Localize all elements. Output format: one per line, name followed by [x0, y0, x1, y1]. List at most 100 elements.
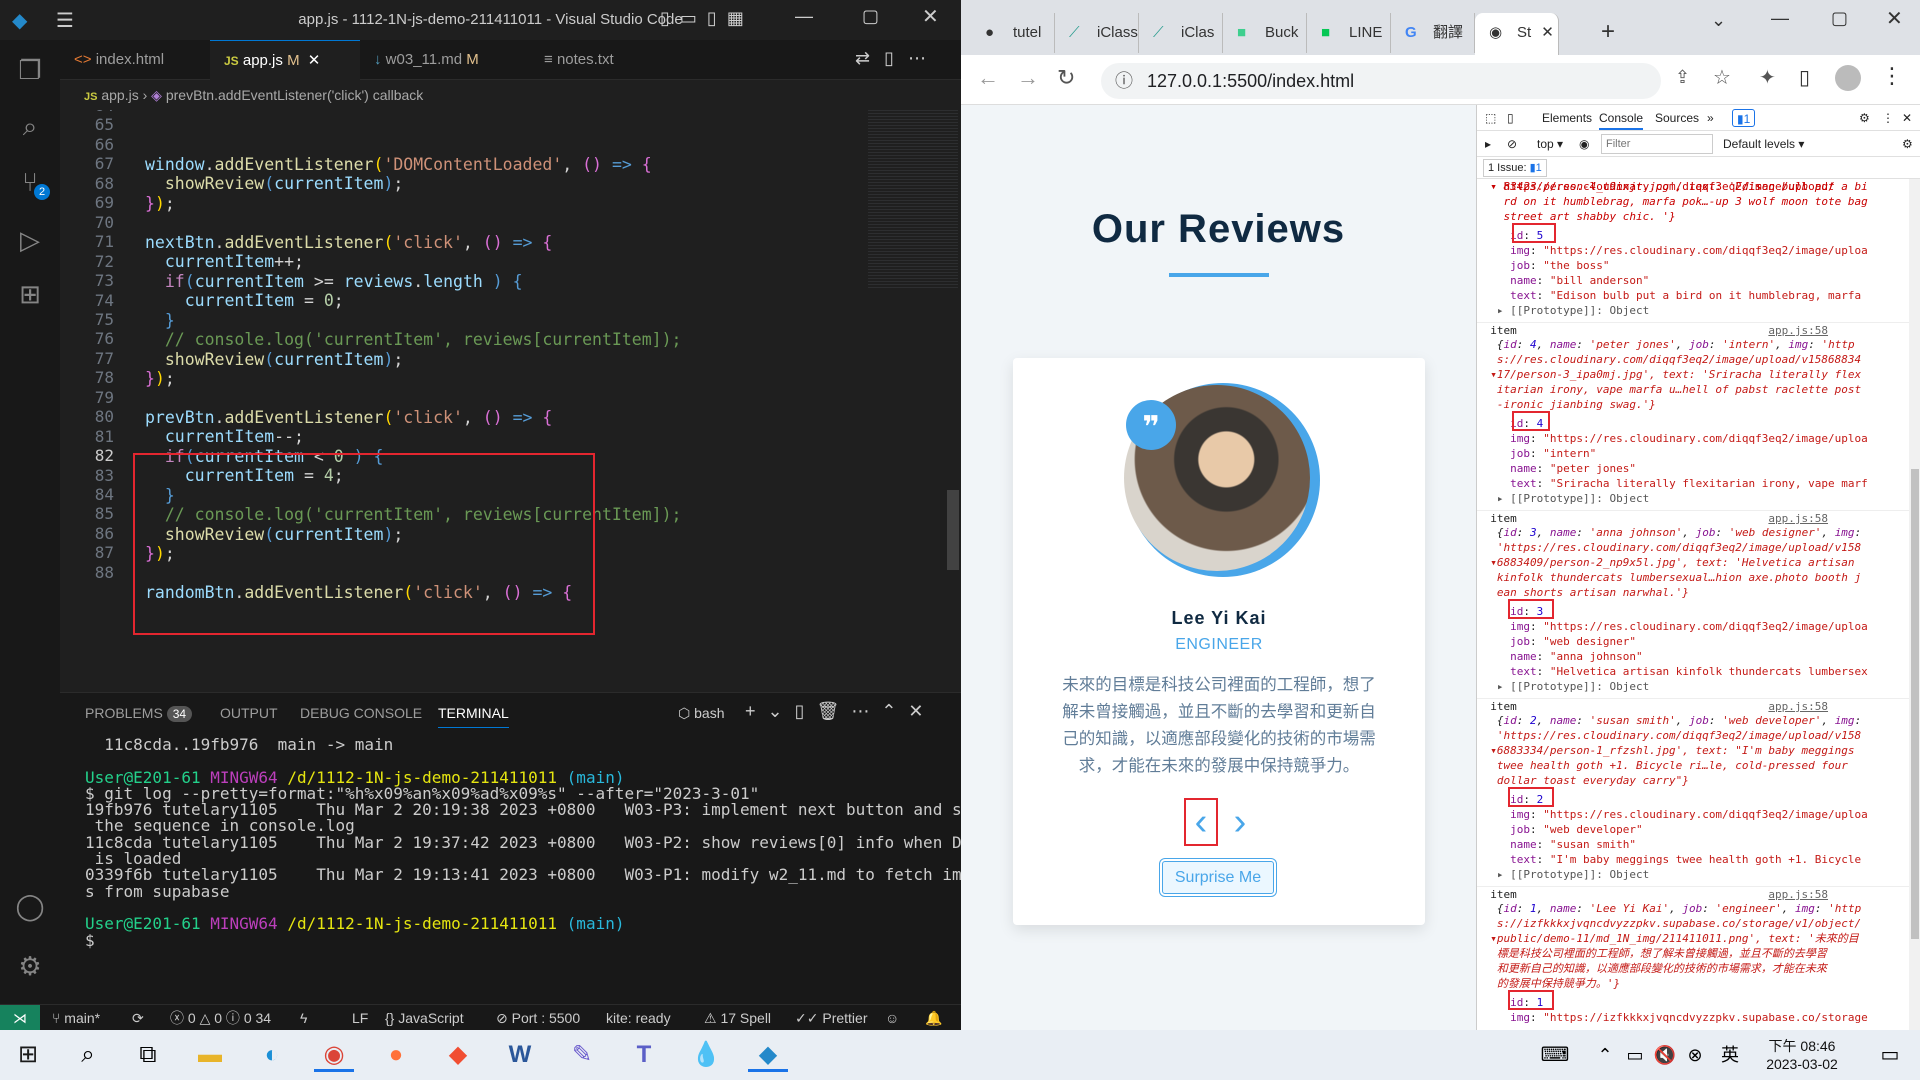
- lightning-icon[interactable]: ϟ: [300, 1005, 307, 1031]
- eol-indicator[interactable]: LF: [352, 1005, 368, 1031]
- panel-actions[interactable]: +⌄▯🗑⋯⌃✕: [745, 701, 936, 722]
- keyboard-icon[interactable]: ⌨: [1535, 1038, 1575, 1072]
- drop-icon[interactable]: 💧: [686, 1038, 726, 1072]
- close-tab-icon[interactable]: ✕: [308, 52, 321, 69]
- terminal-shell[interactable]: ⬡ bash: [678, 705, 724, 722]
- tab-elements[interactable]: Elements: [1542, 105, 1592, 131]
- devtools-close-icon[interactable]: ✕: [1902, 105, 1912, 131]
- explorer-icon[interactable]: ❐: [10, 50, 50, 90]
- browser-tab[interactable]: ■ Buck: [1223, 13, 1307, 53]
- maximize-button[interactable]: ▢: [1831, 8, 1848, 29]
- side-panel-icon[interactable]: ▯: [1799, 65, 1810, 90]
- maximize-button[interactable]: ▢: [862, 6, 879, 27]
- branch-indicator[interactable]: ⑂ main*: [52, 1005, 100, 1031]
- console-scrollbar[interactable]: [1909, 179, 1920, 1030]
- problems-indicator[interactable]: ⓧ 0 △ 0 ⓘ 0 34: [170, 1005, 271, 1031]
- tab-w03-md[interactable]: ↓ w03_11.md M: [360, 40, 530, 80]
- ime-icon[interactable]: 英: [1710, 1038, 1750, 1072]
- breadcrumb-symbol[interactable]: prevBtn.addEventListener('click') callba…: [166, 87, 423, 103]
- issues-bar[interactable]: 1 Issue: ▮1: [1477, 157, 1920, 179]
- spell-indicator[interactable]: ⚠ 17 Spell: [704, 1005, 771, 1031]
- prettier-indicator[interactable]: ✓✓ Prettier: [795, 1005, 867, 1031]
- device-icon[interactable]: ▯: [1507, 105, 1514, 131]
- sync-icon[interactable]: ⟳: [132, 1005, 144, 1031]
- editor-actions[interactable]: ⇄▯⋯: [855, 48, 940, 69]
- language-indicator[interactable]: {} JavaScript: [385, 1005, 464, 1031]
- file-explorer-icon[interactable]: ▬: [190, 1038, 230, 1072]
- source-control-icon[interactable]: ⑂ 2: [10, 162, 50, 202]
- search-icon[interactable]: ⌕: [10, 106, 50, 146]
- browser-tab[interactable]: ⟋ iClass: [1055, 13, 1139, 53]
- run-debug-icon[interactable]: ▷: [10, 220, 50, 260]
- status-x-icon[interactable]: ⊗: [1675, 1038, 1715, 1072]
- tab-search-icon[interactable]: ⌄: [1711, 10, 1726, 31]
- devtools-settings-icon[interactable]: ⚙: [1859, 105, 1870, 131]
- extensions-icon[interactable]: ⊞: [10, 274, 50, 314]
- firefox-icon[interactable]: ●: [376, 1038, 416, 1072]
- forward-icon[interactable]: →: [1017, 65, 1039, 91]
- close-button[interactable]: ✕: [1886, 6, 1903, 31]
- tab-terminal[interactable]: TERMINAL: [438, 705, 509, 728]
- tab-app-js[interactable]: JS app.js M ✕: [210, 40, 360, 80]
- browser-tab[interactable]: ■ LINE: [1307, 13, 1391, 53]
- live-server-port[interactable]: ⊘ Port : 5500: [496, 1005, 580, 1031]
- next-button[interactable]: ›: [1223, 800, 1257, 844]
- devtools-menu-icon[interactable]: ⋮: [1882, 105, 1894, 131]
- breadcrumb-file[interactable]: app.js: [101, 87, 138, 103]
- new-tab-button[interactable]: +: [1601, 18, 1615, 46]
- profile-avatar[interactable]: [1835, 65, 1861, 91]
- word-icon[interactable]: W: [500, 1038, 540, 1072]
- reload-icon[interactable]: ↻: [1057, 65, 1075, 91]
- clear-console-icon[interactable]: ⊘: [1507, 131, 1517, 157]
- tab-more[interactable]: »: [1707, 105, 1714, 131]
- notification-center-icon[interactable]: ▭: [1870, 1038, 1910, 1072]
- address-input[interactable]: ⓘ 127.0.0.1:5500/index.html: [1101, 63, 1661, 99]
- account-icon[interactable]: ◯: [10, 886, 50, 926]
- tab-problems[interactable]: PROBLEMS 34: [85, 705, 193, 722]
- notifications-icon[interactable]: 🔔: [925, 1005, 942, 1031]
- context-select[interactable]: top ▾: [1537, 131, 1563, 157]
- sidebar-toggle-icon[interactable]: ▸: [1485, 131, 1491, 157]
- tab-notes-txt[interactable]: ≡ notes.txt: [530, 40, 680, 80]
- surprise-button[interactable]: Surprise Me: [1162, 861, 1274, 894]
- start-icon[interactable]: ⊞: [8, 1038, 48, 1072]
- minimap[interactable]: [868, 110, 958, 290]
- eye-icon[interactable]: ◉: [1579, 131, 1589, 157]
- tab-index-html[interactable]: <> index.html: [60, 40, 210, 80]
- feedback-icon[interactable]: ☺: [885, 1005, 899, 1031]
- tab-console[interactable]: Console: [1599, 105, 1644, 130]
- settings-gear-icon[interactable]: ⚙: [10, 946, 50, 986]
- teams-icon[interactable]: T: [624, 1038, 664, 1072]
- minimize-button[interactable]: —: [795, 6, 813, 27]
- bookmark-star-icon[interactable]: ☆: [1713, 65, 1731, 90]
- browser-tab[interactable]: ● tutel: [971, 13, 1055, 53]
- close-button[interactable]: ✕: [922, 4, 939, 29]
- tab-debug-console[interactable]: DEBUG CONSOLE: [300, 705, 422, 721]
- log-levels-select[interactable]: Default levels ▾: [1723, 131, 1804, 157]
- vscode-taskbar-icon[interactable]: ◆: [748, 1038, 788, 1072]
- kite-status[interactable]: kite: ready: [606, 1005, 671, 1031]
- paint-icon[interactable]: ✎: [562, 1038, 602, 1072]
- chrome-menu-icon[interactable]: ⋮: [1881, 63, 1903, 89]
- prev-button[interactable]: ‹: [1184, 798, 1218, 846]
- clock-date[interactable]: 2023-03-02: [1758, 1056, 1846, 1072]
- console-filter-input[interactable]: [1601, 134, 1713, 154]
- clock-time[interactable]: 下午 08:46: [1762, 1036, 1842, 1056]
- info-icon[interactable]: ⓘ: [1115, 63, 1133, 99]
- layout-icons[interactable]: ▯▭▯▦: [660, 8, 754, 29]
- minimize-button[interactable]: —: [1771, 8, 1789, 29]
- search-icon[interactable]: ⌕: [68, 1038, 108, 1072]
- tab-output[interactable]: OUTPUT: [220, 705, 278, 721]
- remote-icon[interactable]: ⋊: [0, 1005, 40, 1031]
- browser-tab[interactable]: ⟋ iClas: [1139, 13, 1223, 53]
- console-output[interactable]: https://res.cloudinary.com/diqqf3eq2/ima…: [1477, 179, 1909, 1030]
- issues-badge[interactable]: ▮1: [1732, 109, 1756, 127]
- share-icon[interactable]: ⇪: [1675, 67, 1690, 88]
- tab-sources[interactable]: Sources: [1655, 105, 1699, 131]
- back-icon[interactable]: ←: [977, 65, 999, 91]
- edge-icon[interactable]: ◐: [252, 1038, 292, 1072]
- git-icon[interactable]: ◆: [438, 1038, 478, 1072]
- code-editor[interactable]: 6465666768697071727374757677787980818283…: [60, 110, 961, 692]
- inspect-icon[interactable]: ⬚: [1485, 105, 1496, 131]
- close-tab-icon[interactable]: ✕: [1541, 24, 1554, 41]
